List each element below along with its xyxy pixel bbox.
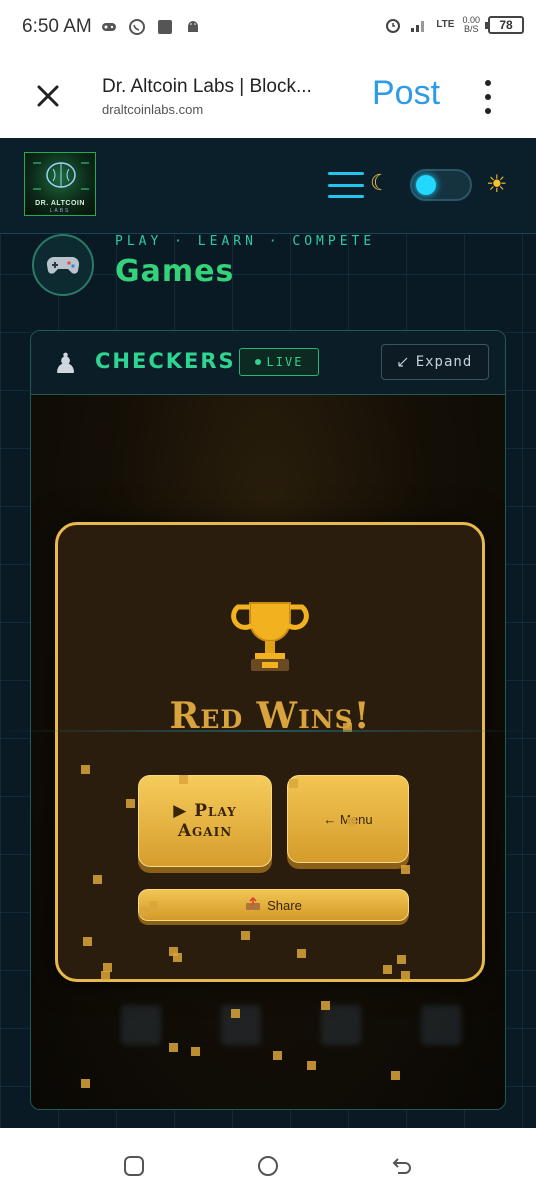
- confetti-piece: [307, 1061, 316, 1070]
- hamburger-icon: [328, 172, 364, 175]
- back-button[interactable]: [388, 1152, 416, 1180]
- checkers-game-card: ♟ CHECKERS LIVE Expand Red Wins! ▶ Play …: [30, 330, 506, 1110]
- net-speed: 0.00 B/S: [462, 16, 480, 34]
- share-button[interactable]: Share: [138, 889, 409, 921]
- whatsapp-icon: [128, 18, 146, 36]
- live-dot-icon: [254, 359, 261, 365]
- hamburger-menu-button[interactable]: [328, 172, 364, 198]
- confetti-piece: [139, 907, 148, 916]
- confetti-piece: [397, 955, 406, 964]
- app-square-icon: [156, 18, 174, 36]
- confetti-piece: [297, 949, 306, 958]
- play-again-line1: ▶ Play: [173, 801, 237, 821]
- confetti-piece: [81, 765, 90, 774]
- brain-icon: [33, 162, 89, 190]
- browser-toolbar: Dr. Altcoin Labs | Block... draltcoinlab…: [0, 56, 536, 138]
- logo-text: DR. ALTCOIN: [35, 200, 85, 207]
- web-content: DR. ALTCOIN LABS ☾ ☀ PLAY · LEARN · COMP…: [0, 138, 536, 1128]
- confetti-piece: [289, 779, 298, 788]
- confetti-piece: [149, 901, 158, 910]
- confetti-piece: [347, 817, 356, 826]
- confetti-piece: [273, 1051, 282, 1060]
- home-icon: [258, 1156, 278, 1176]
- more-options-button[interactable]: [478, 80, 498, 114]
- network-type: LTE: [436, 19, 455, 30]
- sun-icon: ☀: [486, 171, 508, 198]
- gamepad-notification-icon: [100, 18, 118, 36]
- confetti-piece: [401, 865, 410, 874]
- gamepad-icon: [46, 256, 80, 274]
- play-again-button[interactable]: ▶ Play Again: [138, 775, 272, 867]
- page-title: Dr. Altcoin Labs | Block...: [102, 76, 312, 97]
- confetti-piece: [93, 875, 102, 884]
- moon-icon: ☾: [370, 170, 390, 195]
- net-speed-unit: B/S: [463, 24, 479, 34]
- alarm-icon: [384, 16, 402, 34]
- battery-indicator: 78: [485, 16, 524, 34]
- site-header: DR. ALTCOIN LABS ☾ ☀: [0, 138, 536, 234]
- game-title: CHECKERS: [95, 349, 236, 373]
- win-modal: Red Wins! ▶ Play Again ← Menu Share: [55, 522, 485, 982]
- trophy-icon: [58, 597, 482, 682]
- expand-button[interactable]: Expand: [381, 344, 489, 380]
- confetti-piece: [101, 971, 110, 980]
- live-badge: LIVE: [239, 348, 319, 376]
- confetti-piece: [169, 1043, 178, 1052]
- more-vert-icon: [485, 80, 491, 86]
- share-label: Share: [267, 897, 302, 913]
- confetti-piece: [391, 1071, 400, 1080]
- game-area: Red Wins! ▶ Play Again ← Menu Share: [31, 395, 505, 1109]
- post-button[interactable]: Post: [372, 74, 440, 113]
- recents-icon: [124, 1156, 144, 1176]
- logo-subtext: LABS: [49, 208, 71, 214]
- share-icon: [245, 896, 261, 914]
- signal-icon: [410, 16, 428, 34]
- recents-button[interactable]: [120, 1152, 148, 1180]
- expand-icon: [398, 357, 408, 367]
- glow-divider: [0, 730, 536, 732]
- status-time: 6:50 AM: [22, 16, 92, 37]
- confetti-piece: [173, 953, 182, 962]
- toggle-knob: [416, 175, 436, 195]
- confetti-piece: [81, 1079, 90, 1088]
- live-label: LIVE: [266, 355, 304, 369]
- status-bar: 6:50 AM LTE 0.00 B/S 78: [0, 0, 536, 56]
- back-icon: [392, 1158, 411, 1174]
- theme-toggle[interactable]: [410, 169, 472, 201]
- confetti-piece: [383, 965, 392, 974]
- confetti-piece: [83, 937, 92, 946]
- confetti-piece: [126, 799, 135, 808]
- android-icon: [184, 18, 202, 36]
- site-logo[interactable]: DR. ALTCOIN LABS: [24, 152, 96, 216]
- confetti-piece: [231, 1009, 240, 1018]
- close-icon: [37, 85, 59, 107]
- game-card-header: ♟ CHECKERS LIVE Expand: [31, 331, 505, 395]
- home-button[interactable]: [254, 1152, 282, 1180]
- page-url: draltcoinlabs.com: [102, 102, 204, 117]
- confetti-piece: [191, 1047, 200, 1056]
- games-title: Games: [115, 254, 235, 289]
- confetti-piece: [401, 971, 410, 980]
- games-section-icon: [32, 234, 94, 296]
- system-nav-bar: [0, 1128, 536, 1200]
- confetti-piece: [321, 1001, 330, 1010]
- status-right: LTE 0.00 B/S 78: [384, 16, 524, 34]
- confetti-piece: [179, 775, 188, 784]
- notification-icons: [100, 18, 202, 36]
- games-tagline: PLAY · LEARN · COMPETE: [115, 234, 376, 249]
- expand-label: Expand: [415, 354, 473, 370]
- pawn-icon: ♟: [53, 348, 79, 379]
- confetti-piece: [241, 931, 250, 940]
- close-button[interactable]: [30, 78, 66, 114]
- play-again-line2: Again: [177, 821, 233, 841]
